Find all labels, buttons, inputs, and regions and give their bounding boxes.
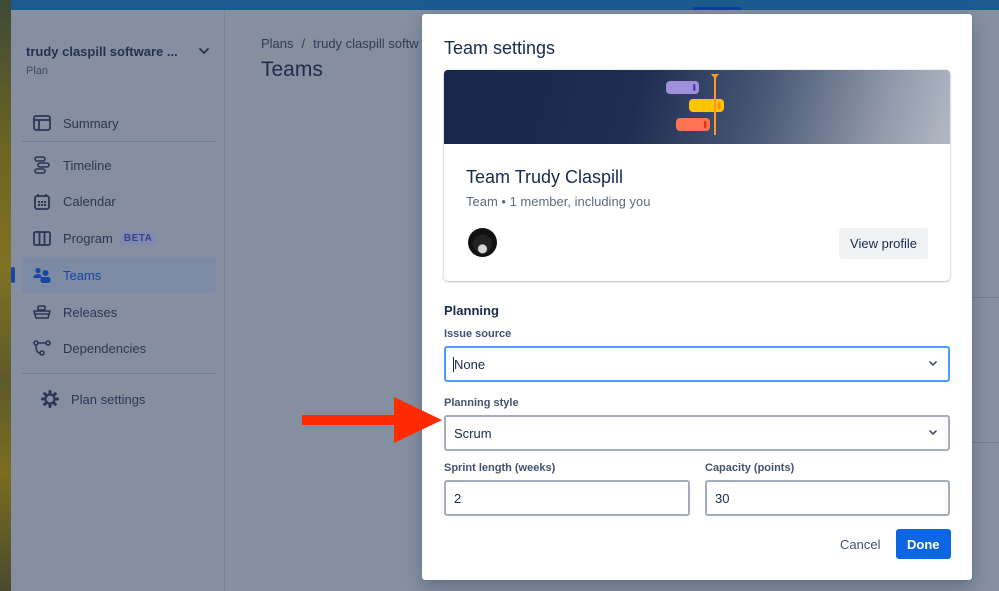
team-banner xyxy=(444,70,950,144)
gear-icon xyxy=(39,388,61,410)
teams-icon xyxy=(31,264,53,286)
breadcrumb-plan[interactable]: trudy claspill softw xyxy=(313,36,418,51)
sidebar-item-teams[interactable]: Teams xyxy=(22,257,216,293)
sidebar-item-calendar[interactable]: Calendar xyxy=(22,183,216,219)
sidebar-item-label: Calendar xyxy=(63,193,116,209)
annotation-arrow-icon xyxy=(302,397,442,443)
sidebar-divider xyxy=(22,373,216,374)
sidebar-item-timeline[interactable]: Timeline xyxy=(22,147,216,183)
issue-source-label: Issue source xyxy=(444,328,512,340)
team-name: Team Trudy Claspill xyxy=(466,167,624,187)
breadcrumb-plans[interactable]: Plans xyxy=(261,36,294,51)
sidebar-item-summary[interactable]: Summary xyxy=(22,105,216,141)
sidebar-item-plan-settings[interactable]: Plan settings xyxy=(22,381,216,417)
dependencies-icon xyxy=(31,337,53,359)
sidebar-item-label: Plan settings xyxy=(71,391,146,407)
project-name: trudy claspill software ... xyxy=(26,44,178,59)
sprint-length-input[interactable]: 2 xyxy=(444,480,690,516)
page-title: Teams xyxy=(261,58,323,81)
team-settings-dialog: Team settings Team Trudy Claspill Team •… xyxy=(422,14,972,580)
summary-icon xyxy=(31,112,53,134)
beta-badge: BETA xyxy=(119,231,157,245)
calendar-icon xyxy=(31,190,53,212)
chevron-down-icon xyxy=(929,430,937,436)
breadcrumb-separator: / xyxy=(301,36,306,51)
releases-icon xyxy=(31,301,53,323)
team-card: Team Trudy Claspill Team • 1 member, inc… xyxy=(444,70,950,281)
sidebar-item-program[interactable]: Program BETA xyxy=(22,220,216,256)
timeline-icon xyxy=(31,154,53,176)
capacity-input[interactable]: 30 xyxy=(705,480,950,516)
view-profile-button[interactable]: View profile xyxy=(839,228,928,259)
sidebar-item-label: Program xyxy=(63,230,113,246)
chevron-down-icon[interactable] xyxy=(197,44,211,58)
table-divider xyxy=(972,297,999,298)
sidebar-item-label: Teams xyxy=(63,267,102,283)
desktop-background xyxy=(0,0,11,591)
planning-section-title: Planning xyxy=(444,303,499,318)
done-button[interactable]: Done xyxy=(896,529,951,559)
planning-style-value: Scrum xyxy=(454,425,492,441)
project-type: Plan xyxy=(26,65,49,77)
sidebar-item-dependencies[interactable]: Dependencies xyxy=(22,330,216,366)
sidebar-item-label: Timeline xyxy=(63,157,112,173)
sidebar-item-label: Releases xyxy=(63,304,118,320)
sidebar-divider xyxy=(22,141,216,142)
sidebar-item-releases[interactable]: Releases xyxy=(22,294,216,330)
capacity-label: Capacity (points) xyxy=(705,462,795,474)
sprint-length-value: 2 xyxy=(454,490,462,506)
table-divider xyxy=(972,442,999,443)
active-item-indicator xyxy=(11,267,15,283)
issue-source-select[interactable]: None xyxy=(444,346,950,382)
team-member-count: Team • 1 member, including you xyxy=(466,194,651,209)
dialog-title: Team settings xyxy=(444,38,556,58)
breadcrumb: Plans / trudy claspill softw xyxy=(261,36,419,51)
top-navigation-bar xyxy=(11,0,999,10)
active-nav-indicator xyxy=(693,7,741,10)
program-icon xyxy=(31,227,53,249)
avatar[interactable] xyxy=(468,228,497,257)
cancel-button[interactable]: Cancel xyxy=(832,529,888,559)
project-switcher[interactable]: trudy claspill software ... Plan xyxy=(26,44,211,77)
sidebar-item-label: Summary xyxy=(63,115,119,131)
capacity-value: 30 xyxy=(715,490,730,506)
chevron-down-icon xyxy=(929,361,937,367)
timeline-illustration-icon xyxy=(666,74,724,135)
issue-source-value: None xyxy=(454,356,486,372)
sprint-length-label: Sprint length (weeks) xyxy=(444,462,556,474)
planning-style-select[interactable]: Scrum xyxy=(444,415,950,451)
text-cursor xyxy=(453,357,454,372)
sidebar-item-label: Dependencies xyxy=(63,340,147,356)
planning-style-label: Planning style xyxy=(444,397,519,409)
sidebar: trudy claspill software ... Plan Summary… xyxy=(11,10,225,591)
